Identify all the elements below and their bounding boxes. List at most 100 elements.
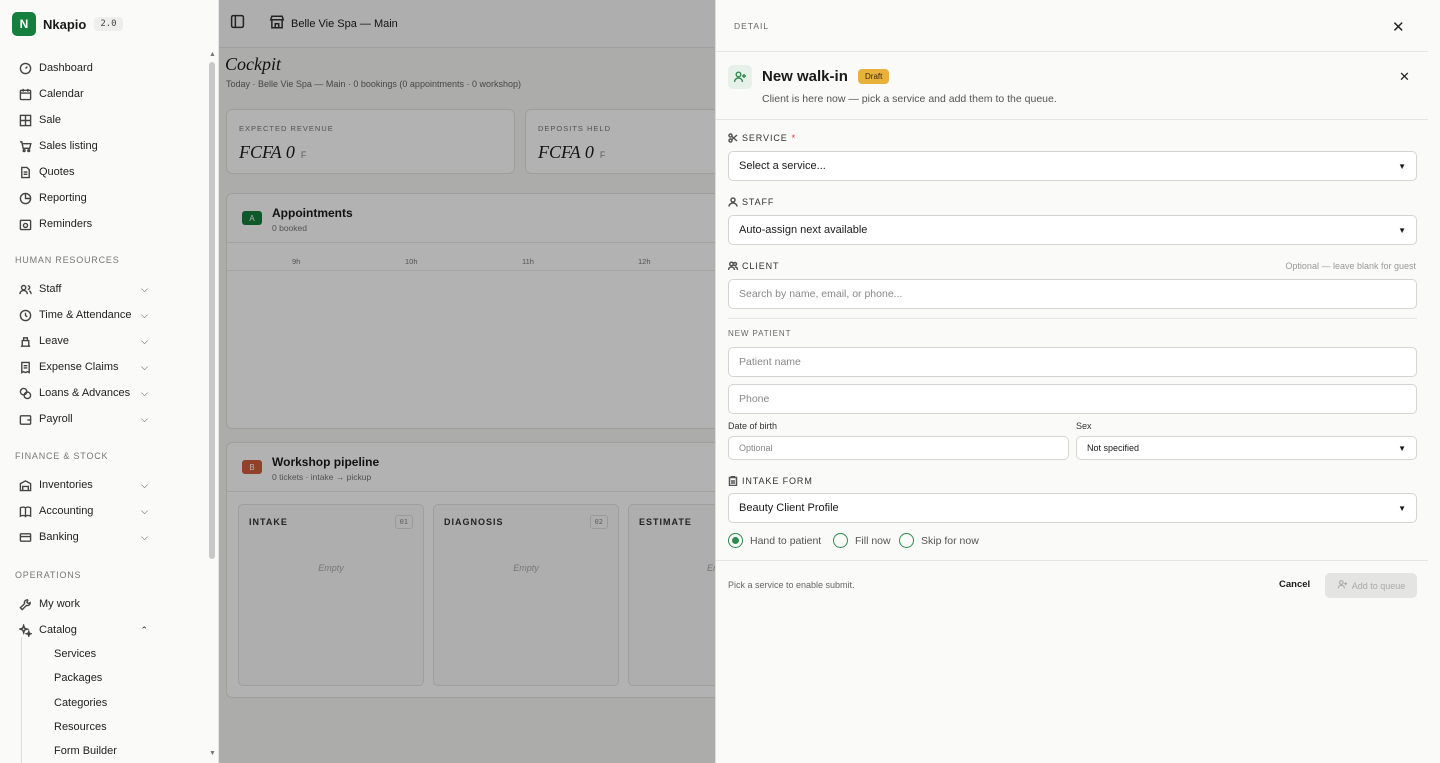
submit-hint: Pick a service to enable submit. [728,580,855,590]
app-name: Nkapio [43,16,87,32]
close-drawer-icon[interactable]: ✕ [1392,20,1405,35]
sidebar-item-sales-listing[interactable]: Sales listing [18,136,148,156]
client-label: CLIENT [728,261,779,271]
sidebar-subitem-resources[interactable]: Resources [54,721,107,733]
sidebar-item-label: Inventories [39,479,93,491]
radio-fill-now[interactable]: Fill now [833,533,891,548]
add-to-queue-button[interactable]: Add to queue [1325,573,1417,598]
sidebar-item-quotes[interactable]: Quotes [18,162,148,182]
scroll-down-arrow[interactable]: ▼ [209,750,216,757]
dob-input[interactable]: Optional [728,436,1069,460]
sidebar-item-leave[interactable]: Leave ⌵ [18,331,148,351]
receipt-icon [18,360,32,374]
leave-icon [18,334,32,348]
chevron-up-icon[interactable]: ⌃ [140,625,148,636]
client-search-input[interactable]: Search by name, email, or phone... [728,279,1417,309]
patient-name-input[interactable]: Patient name [728,347,1417,377]
divider [728,318,1417,319]
intake-form-select[interactable]: Beauty Client Profile ▼ [728,493,1417,523]
sidebar-subitem-categories[interactable]: Categories [54,697,107,709]
chevron-down-icon[interactable]: ⌵ [141,532,148,543]
scroll-up-arrow[interactable]: ▲ [209,51,216,58]
sidebar-scrollbar[interactable] [209,62,215,559]
chevron-down-icon[interactable]: ⌵ [141,388,148,399]
sidebar-item-payroll[interactable]: Payroll ⌵ [18,409,148,429]
book-icon [18,504,32,518]
close-form-icon[interactable]: ✕ [1399,70,1410,83]
sparkles-icon [18,623,32,637]
sidebar-subitem-packages[interactable]: Packages [54,672,102,684]
divider [716,119,1428,120]
status-badge: Draft [858,69,890,84]
staff-label: STAFF [728,197,774,207]
bank-icon [18,530,32,544]
chevron-down-icon[interactable]: ⌵ [141,414,148,425]
sidebar-item-label: Leave [39,335,69,347]
client-hint: Optional — leave blank for guest [1285,261,1416,271]
form-subtitle: Client is here now — pick a service and … [762,93,1057,105]
coins-icon [18,386,32,400]
chevron-down-icon[interactable]: ⌵ [141,310,148,321]
divider [716,51,1428,52]
phone-input[interactable]: Phone [728,384,1417,414]
sidebar-item-label: Dashboard [39,62,93,74]
sidebar-item-loans-advances[interactable]: Loans & Advances ⌵ [18,383,148,403]
sidebar-item-expense-claims[interactable]: Expense Claims ⌵ [18,357,148,377]
sidebar-item-staff[interactable]: Staff ⌵ [18,279,148,299]
sidebar-item-label: Reminders [39,218,93,230]
divider [716,560,1428,561]
sidebar-subitem-services[interactable]: Services [54,648,96,660]
radio-hand-to-patient[interactable]: Hand to patient [728,533,821,548]
grid-icon [18,113,32,127]
sidebar-item-inventories[interactable]: Inventories ⌵ [18,475,148,495]
sidebar-item-calendar[interactable]: Calendar [18,84,148,104]
sidebar-item-label: Expense Claims [39,361,119,373]
sidebar-item-reporting[interactable]: Reporting [18,188,148,208]
sidebar-item-label: Sale [39,114,62,126]
sidebar-item-accounting[interactable]: Accounting ⌵ [18,501,148,521]
radio-skip-for-now[interactable]: Skip for now [899,533,979,548]
detail-drawer: DETAIL ✕ New walk-in Draft Client is her… [715,0,1440,763]
chevron-down-icon[interactable]: ⌵ [141,506,148,517]
wallet-icon [18,412,32,426]
wrench-icon [18,597,32,611]
sidebar-subitem-form-builder[interactable]: Form Builder [54,745,117,757]
sidebar-item-time-attendance[interactable]: Time & Attendance ⌵ [18,305,148,325]
sidebar-item-sale[interactable]: Sale [18,110,148,130]
sidebar-item-label: Payroll [39,413,73,425]
sex-label: Sex [1076,421,1092,431]
caret-down-icon: ▼ [1398,161,1406,171]
new-patient-label: NEW PATIENT [728,329,792,338]
sex-select[interactable]: Not specified ▼ [1076,436,1417,460]
sidebar-item-label: Quotes [39,166,75,178]
person-icon [728,197,738,207]
caret-down-icon: ▼ [1398,225,1406,235]
document-icon [18,165,32,179]
radio-icon [833,533,848,548]
sidebar-item-banking[interactable]: Banking ⌵ [18,527,148,547]
sidebar-item-label: Banking [39,531,79,543]
cancel-button[interactable]: Cancel [1279,579,1310,590]
chevron-down-icon[interactable]: ⌵ [141,284,148,295]
radio-icon [899,533,914,548]
sidebar: N Nkapio 2.0 Dashboard Calendar Sale Sal… [0,0,219,763]
chevron-down-icon[interactable]: ⌵ [141,336,148,347]
sidebar-item-label: My work [39,598,80,610]
service-select[interactable]: Select a service... ▼ [728,151,1417,181]
staff-select[interactable]: Auto-assign next available ▼ [728,215,1417,245]
modal-backdrop[interactable] [219,0,715,763]
brand[interactable]: N Nkapio 2.0 [12,12,123,36]
chevron-down-icon[interactable]: ⌵ [141,480,148,491]
caret-down-icon: ▼ [1398,443,1406,453]
chevron-down-icon[interactable]: ⌵ [141,362,148,373]
sidebar-item-reminders[interactable]: Reminders [18,214,148,234]
sidebar-item-my-work[interactable]: My work [18,594,148,614]
users-icon [18,282,32,296]
sidebar-item-dashboard[interactable]: Dashboard [18,58,148,78]
section-finance-stock: FINANCE & STOCK [15,451,109,461]
sidebar-item-label: Loans & Advances [39,387,131,399]
sidebar-item-label: Sales listing [39,140,98,152]
clipboard-icon [728,476,738,486]
pie-chart-icon [18,191,32,205]
sidebar-item-catalog[interactable]: Catalog ⌃ [18,620,148,640]
